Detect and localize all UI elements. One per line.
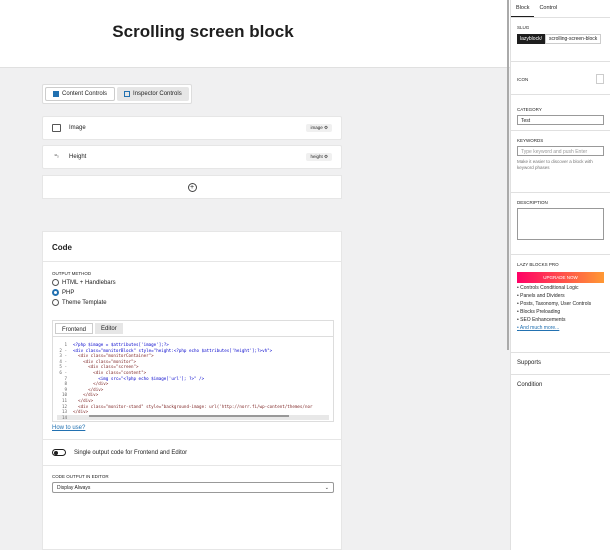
radio-label: HTML + Handlebars — [62, 279, 116, 286]
description-textarea[interactable] — [517, 208, 604, 240]
tab-inspector-controls[interactable]: Inspector Controls — [117, 87, 189, 101]
slug-label: SLUG — [517, 25, 530, 30]
single-output-label: Single output code for Frontend and Edit… — [74, 449, 188, 456]
content-controls-icon — [53, 91, 59, 97]
description-section: DESCRIPTION — [511, 193, 610, 255]
condition-panel[interactable]: Condition — [511, 375, 610, 397]
slug-prefix: lazyblock/ — [517, 34, 545, 44]
editor-tabs: Frontend Editor — [52, 320, 334, 337]
radio-theme-template[interactable]: Theme Template — [52, 299, 332, 306]
add-control-button[interactable]: + — [42, 175, 342, 199]
keywords-section: KEYWORDS Type keyword and push Enter Mak… — [511, 131, 610, 193]
feature-item: • Controls Conditional Logic — [517, 285, 579, 291]
number-icon: ¹²₃ — [54, 153, 59, 158]
feature-item: • Panels and Dividers — [517, 293, 565, 299]
radio-circle — [52, 299, 59, 306]
tab-label: Inspector Controls — [133, 91, 182, 97]
category-section: CATEGORY Test — [511, 95, 610, 131]
tab-label: Content Controls — [62, 91, 108, 97]
page-scrollbar[interactable] — [507, 0, 509, 350]
control-name-badge: image ⚙ — [306, 124, 332, 132]
slug-section: SLUG lazyblock/ scrolling-screen-block — [511, 18, 610, 62]
icon-picker[interactable] — [596, 74, 604, 84]
radio-circle-selected — [52, 289, 59, 296]
sidebar-tabs: Block Control — [511, 0, 610, 18]
select-value: Display Always — [57, 485, 91, 491]
slug-field[interactable]: lazyblock/ scrolling-screen-block — [517, 34, 604, 44]
code-output-select[interactable]: Display Always ⌄ — [52, 482, 334, 493]
single-output-toggle-row: Single output code for Frontend and Edit… — [43, 439, 341, 465]
more-link[interactable]: • And much more... — [517, 325, 604, 331]
control-image[interactable]: Image image ⚙ — [42, 116, 342, 140]
icon-section: ICON — [511, 62, 610, 95]
keywords-label: KEYWORDS — [517, 138, 544, 143]
feature-item: • SEO Enhancements — [517, 317, 566, 323]
plus-icon: + — [187, 182, 197, 192]
control-name-badge: height ⚙ — [306, 153, 332, 161]
category-select[interactable]: Test — [517, 115, 604, 125]
feature-item: • Posts, Taxonomy, User Controls — [517, 301, 592, 307]
image-icon — [52, 124, 61, 132]
radio-php[interactable]: PHP — [52, 289, 332, 296]
code-line: 12 <div class="monitor-stand" style="bac… — [57, 404, 329, 410]
line-text: </div> — [73, 409, 89, 415]
category-label: CATEGORY — [517, 107, 542, 112]
inspector-controls-icon — [124, 91, 131, 97]
output-method-label: OUTPUT METHOD — [52, 271, 92, 276]
tab-frontend[interactable]: Frontend — [55, 323, 94, 334]
code-output-label: CODE OUTPUT IN EDITOR — [52, 474, 109, 479]
chevron-down-icon: ⌄ — [324, 485, 329, 491]
description-label: DESCRIPTION — [517, 200, 548, 205]
page-title[interactable]: Scrolling screen block — [0, 22, 406, 42]
feature-item: • Blocks Preloading — [517, 309, 561, 315]
radio-label: PHP — [62, 289, 75, 296]
icon-label: ICON — [517, 76, 529, 82]
tab-content-controls[interactable]: Content Controls — [45, 87, 116, 101]
single-output-toggle[interactable] — [52, 449, 66, 456]
tab-editor[interactable]: Editor — [95, 323, 123, 334]
settings-sidebar: Block Control SLUG lazyblock/ scrolling-… — [510, 0, 610, 550]
control-height[interactable]: ¹²₃ Height height ⚙ — [42, 145, 342, 169]
line-number: 14 — [61, 414, 67, 420]
pro-label: LAZY BLOCKS PRO — [517, 262, 559, 267]
keywords-help: Make it easier to discover a block with … — [517, 159, 593, 170]
slug-value: scrolling-screen-block — [544, 34, 602, 44]
pro-section: LAZY BLOCKS PRO UPGRADE NOW • Controls C… — [511, 255, 610, 353]
line-text: <div class="monitor-stand" style="backgr… — [73, 403, 313, 409]
control-label: Image — [69, 125, 86, 131]
upgrade-button[interactable]: UPGRADE NOW — [517, 272, 604, 283]
keywords-input[interactable]: Type keyword and push Enter — [517, 146, 604, 156]
tab-block[interactable]: Block — [511, 0, 535, 17]
code-heading: Code — [43, 232, 341, 262]
radio-label: Theme Template — [62, 299, 107, 306]
how-to-use-link[interactable]: How to use? — [52, 425, 332, 431]
tab-control[interactable]: Control — [534, 0, 562, 17]
editor-canvas: Scrolling screen block Content Controls … — [0, 0, 510, 550]
supports-panel[interactable]: Supports — [511, 353, 610, 375]
controls-tabs: Content Controls Inspector Controls — [42, 84, 192, 104]
control-label: Height — [69, 154, 87, 160]
code-editor[interactable]: 1 <?php $image = $attributes['image'];?> 2… — [52, 337, 334, 422]
code-scrollbar[interactable] — [89, 415, 289, 417]
radio-html-handlebars[interactable]: HTML + Handlebars — [52, 279, 332, 286]
title-area: Scrolling screen block — [0, 0, 510, 68]
code-panel: Code OUTPUT METHOD HTML + Handlebars PHP… — [42, 231, 342, 550]
radio-circle — [52, 279, 59, 286]
